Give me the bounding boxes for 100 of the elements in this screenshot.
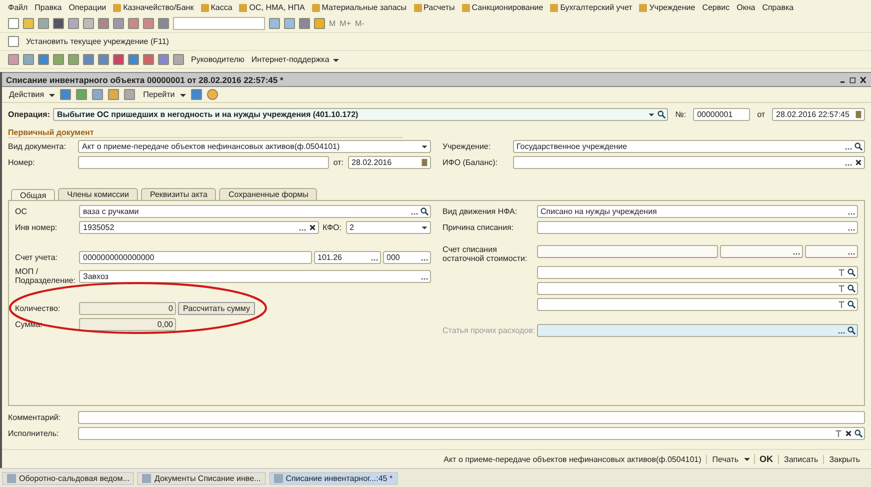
toolbar-icon[interactable] — [113, 54, 124, 65]
menu-item[interactable]: Файл — [8, 3, 28, 12]
menu-item[interactable]: Бухгалтерский учет — [550, 3, 632, 12]
toolbar-icon[interactable] — [284, 18, 295, 29]
operation-field[interactable]: Выбытие ОС пришедших в негодность и на нужды учреждения (401.10.172) — [53, 108, 668, 120]
search-icon[interactable] — [854, 142, 863, 151]
caret-icon[interactable] — [333, 56, 340, 62]
toolbar-button[interactable]: Руководителю — [188, 55, 244, 64]
toolbar-button[interactable]: Интернет-поддержка — [248, 55, 330, 64]
caret-icon[interactable] — [180, 92, 186, 98]
footer-button[interactable]: Акт о приеме-передаче объектов нефинансовых активов(ф.0504101) — [438, 454, 706, 464]
taskbar-item[interactable]: Документы Списание инве... — [137, 472, 266, 484]
footer-button[interactable]: Записать — [778, 454, 824, 464]
input-field[interactable] — [512, 156, 865, 169]
input-field[interactable] — [78, 156, 330, 169]
window-title: Списание инвентарного объекта 00000001 от 28.02.2016 22:57:45 * — [6, 74, 284, 84]
toolbar-icon[interactable] — [53, 18, 64, 29]
search-icon[interactable] — [847, 268, 856, 277]
input-field[interactable] — [536, 266, 858, 279]
goto-menu[interactable]: Перейти — [140, 90, 175, 99]
search-icon[interactable] — [847, 284, 856, 293]
taskbar-item[interactable]: Оборотно-сальдовая ведом... — [2, 472, 134, 484]
input-field[interactable] — [720, 245, 803, 258]
input-field[interactable] — [536, 282, 858, 295]
toolbar-icon[interactable] — [92, 89, 104, 100]
toolbar-button[interactable]: Установить текущее учреждение (F11) — [23, 37, 169, 46]
input-field[interactable] — [78, 427, 865, 440]
toolbar-icon[interactable] — [60, 89, 72, 100]
input-field[interactable]: 0 — [79, 302, 176, 315]
menu-item[interactable]: Правка — [34, 3, 62, 12]
menu-item[interactable]: Справка — [762, 3, 794, 12]
calculate-button[interactable]: Рассчитать сумму — [178, 302, 255, 315]
menu-item[interactable]: Сервис — [702, 3, 730, 12]
input-field[interactable] — [536, 245, 718, 258]
menu-item[interactable]: Казначейство/Банк — [113, 3, 194, 12]
toolbar-icon[interactable] — [23, 18, 34, 29]
search-field[interactable] — [173, 17, 265, 30]
input-field[interactable] — [805, 245, 858, 258]
input-field[interactable]: Списано на нужды учреждения — [536, 205, 858, 218]
text-format-icon[interactable] — [837, 284, 846, 293]
actions-menu[interactable]: Действия — [6, 90, 44, 99]
date-field[interactable]: 28.02.2016 22:57:45 — [772, 108, 865, 120]
memory-button[interactable]: M — [329, 19, 336, 28]
menu-item[interactable]: Учреждение — [639, 3, 696, 12]
input-field[interactable]: 28.02.2016 — [348, 156, 430, 169]
number-field[interactable]: 00000001 — [693, 108, 750, 120]
input-field[interactable]: 000 — [382, 251, 430, 264]
input-field[interactable]: Завхоз — [79, 270, 430, 282]
input-field[interactable]: ваза с ручками — [79, 205, 430, 218]
taskbar-item[interactable]: Списание инвентарног...:45 * — [268, 472, 398, 484]
menu-item[interactable]: Касса — [200, 3, 232, 12]
text-format-icon[interactable] — [837, 300, 846, 309]
input-field[interactable] — [78, 411, 865, 424]
input-field[interactable] — [536, 298, 858, 311]
search-icon[interactable] — [847, 300, 856, 309]
caret-icon[interactable] — [49, 92, 56, 98]
input-field[interactable]: 0000000000000000 — [79, 251, 312, 264]
toolbar-icon[interactable] — [314, 18, 325, 29]
footer-button[interactable]: OK — [754, 454, 778, 464]
toolbar-icon[interactable] — [190, 89, 202, 100]
input-field[interactable]: 1935052 — [79, 221, 319, 234]
search-icon[interactable] — [420, 207, 428, 216]
text-format-icon[interactable] — [837, 268, 846, 277]
memory-button[interactable]: M- — [355, 19, 364, 28]
clear-icon[interactable] — [844, 429, 853, 438]
toolbar-icon[interactable] — [108, 89, 120, 100]
toolbar-icon[interactable] — [124, 89, 136, 100]
toolbar-icon[interactable] — [269, 18, 280, 29]
footer-button[interactable]: Печать — [706, 454, 744, 464]
input-field[interactable]: 2 — [346, 221, 430, 234]
menu-item[interactable]: Окна — [736, 3, 756, 12]
window-controls-icon[interactable] — [839, 76, 867, 84]
tab[interactable]: Сохраненные формы — [219, 188, 318, 200]
clear-icon[interactable] — [308, 223, 317, 232]
help-icon[interactable] — [206, 89, 218, 100]
search-icon[interactable] — [854, 429, 863, 438]
menu-item[interactable]: Операции — [68, 3, 106, 12]
input-field[interactable]: 101.26 — [314, 251, 380, 264]
toolbar-icon[interactable] — [8, 18, 19, 29]
input-field[interactable] — [536, 221, 858, 234]
toolbar-icon[interactable] — [76, 89, 88, 100]
menu-item[interactable]: Материальные запасы — [312, 3, 407, 12]
menu-item[interactable]: ОС, НМА, НПА — [239, 3, 305, 12]
text-format-icon[interactable] — [834, 429, 843, 438]
toolbar-icon[interactable] — [83, 18, 94, 29]
menu-item[interactable]: Расчеты — [414, 3, 455, 12]
caret-icon[interactable] — [744, 456, 750, 462]
tab[interactable]: Члены комиссии — [58, 188, 138, 200]
input-field[interactable]: Акт о приеме-передаче объектов нефинансовых активов(ф.0504101) — [78, 140, 430, 153]
input-field[interactable]: Государственное учреждение — [512, 140, 865, 153]
search-icon[interactable] — [657, 110, 666, 118]
field-label: МОП / Подразделение: — [15, 267, 77, 285]
input-field[interactable]: 0,00 — [79, 318, 176, 331]
footer-button[interactable]: Закрыть — [823, 454, 865, 464]
tab[interactable]: Общая — [11, 189, 56, 201]
tab[interactable]: Реквизиты акта — [140, 188, 216, 200]
page-icon — [8, 36, 19, 47]
clear-icon[interactable] — [854, 158, 863, 167]
memory-button[interactable]: M+ — [340, 19, 352, 28]
menu-item[interactable]: Санкционирование — [462, 3, 544, 12]
